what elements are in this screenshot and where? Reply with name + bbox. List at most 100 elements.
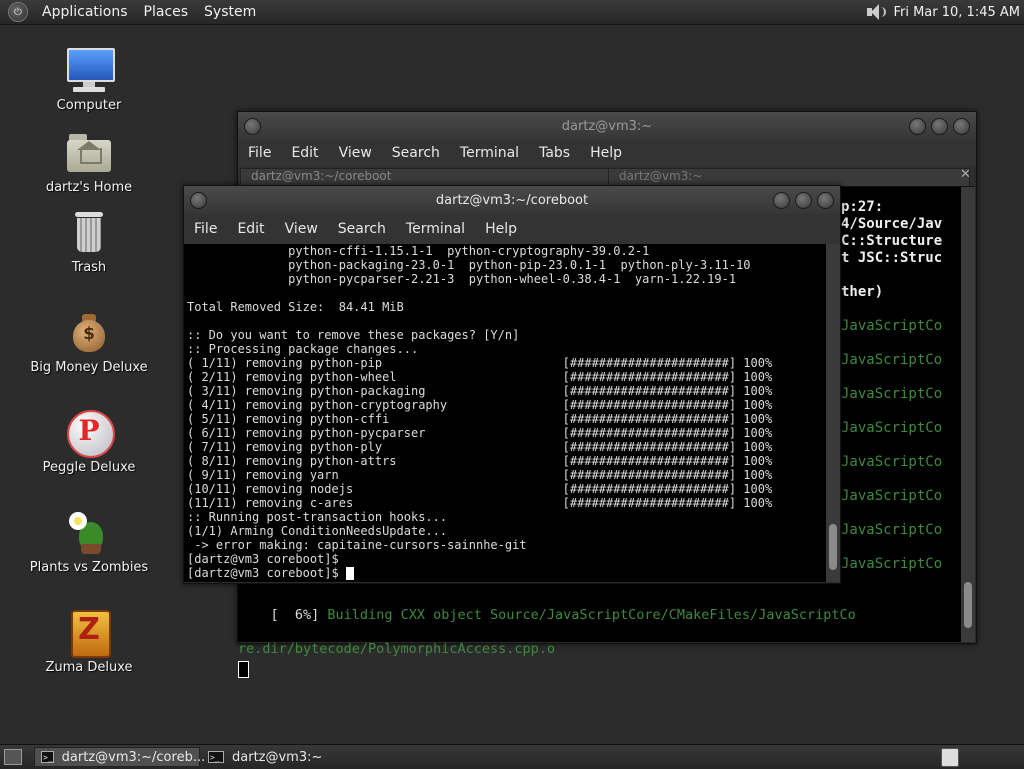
terminal-line: ( 5/11) removing python-cffi [##########… [187, 412, 773, 426]
taskbar-item-home[interactable]: >_ dartz@vm3:~ [202, 747, 368, 767]
terminal-line: python-cffi-1.15.1-1 python-cryptography… [187, 244, 650, 258]
tab-close-icon[interactable]: ✕ [960, 167, 971, 182]
build-object-line: re.dir/bytecode/PolymorphicAccess.cpp.o [238, 641, 555, 657]
back-window-menubar: File Edit View Search Terminal Tabs Help [238, 140, 976, 166]
taskbar-item-coreboot[interactable]: >_ dartz@vm3:~/coreb... [34, 747, 205, 767]
terminal-line: JavaScriptCo [841, 556, 943, 572]
terminal-line: ( 9/11) removing yarn [#################… [187, 468, 773, 482]
desktop-icon-peggle[interactable]: P Peggle Deluxe [19, 408, 159, 475]
terminal-line: t JSC::Struc [841, 250, 943, 266]
tab-strip: dartz@vm3:~/coreboot dartz@vm3:~ ✕ [238, 166, 974, 187]
terminal-line: ( 7/11) removing python-ply [###########… [187, 440, 773, 454]
desktop-icon-label: Plants vs Zombies [29, 560, 149, 575]
front-terminal-window[interactable]: dartz@vm3:~/coreboot File Edit View Sear… [183, 185, 841, 584]
desktop-icon-zuma[interactable]: Z Zuma Deluxe [19, 608, 159, 675]
menu-view[interactable]: View [275, 221, 328, 237]
build-progress-line: [ 6%] Building CXX object Source/JavaScr… [270, 607, 856, 623]
menu-help[interactable]: Help [475, 221, 527, 237]
maximize-button[interactable] [931, 118, 948, 135]
desktop-icon-home[interactable]: dartz's Home [19, 128, 159, 195]
minimize-button[interactable] [773, 192, 790, 209]
terminal-line: ther) [841, 284, 884, 300]
money-bag-icon: $ [65, 308, 113, 356]
bottom-panel: >_ dartz@vm3:~/coreb... >_ dartz@vm3:~ [0, 744, 1024, 769]
minimize-button[interactable] [909, 118, 926, 135]
desktop-icon-label: Peggle Deluxe [42, 460, 136, 475]
trash-applet-icon[interactable] [941, 748, 959, 767]
desktop-icon-plants-vs-zombies[interactable]: Plants vs Zombies [19, 508, 159, 575]
terminal-line: JavaScriptCo [841, 488, 943, 504]
terminal-icon: >_ [41, 751, 54, 763]
close-button[interactable] [953, 118, 970, 135]
menu-search[interactable]: Search [382, 145, 450, 161]
menu-terminal[interactable]: Terminal [450, 145, 529, 161]
home-folder-icon [65, 128, 113, 176]
menu-help[interactable]: Help [580, 145, 632, 161]
terminal-line: :: Running post-transaction hooks... [187, 510, 448, 524]
close-button[interactable] [817, 192, 834, 209]
desktop-icon-label: Trash [71, 260, 107, 275]
terminal-line: (10/11) removing nodejs [###############… [187, 482, 773, 496]
back-terminal-bottom-lines: [ 6%] Building CXX object Source/JavaScr… [238, 590, 958, 678]
tab-coreboot[interactable]: dartz@vm3:~/coreboot [240, 168, 610, 186]
zuma-icon: Z [65, 608, 113, 658]
front-window-menubar: File Edit View Search Terminal Help [184, 214, 840, 244]
desktop-icon-big-money[interactable]: $ Big Money Deluxe [19, 308, 159, 375]
menu-terminal[interactable]: Terminal [396, 221, 475, 237]
window-menu-button[interactable] [190, 192, 207, 209]
terminal-line: C::Structure [841, 233, 943, 249]
menu-view[interactable]: View [329, 145, 382, 161]
distro-logo-icon[interactable]: ⏻ [8, 2, 28, 22]
terminal-line: p:27: [841, 199, 884, 215]
back-window-titlebar[interactable]: dartz@vm3:~ [238, 112, 976, 140]
terminal-line: ( 6/11) removing python-pycparser [#####… [187, 426, 773, 440]
front-terminal-output[interactable]: python-cffi-1.15.1-1 python-cryptography… [184, 244, 826, 582]
terminal-line: ( 8/11) removing python-attrs [#########… [187, 454, 773, 468]
back-terminal-right-fragment: p:27: 4/Source/Jav C::Structure t JSC::Stru… [841, 199, 961, 573]
terminal-line: -> error making: capitaine-cursors-sainn… [187, 538, 527, 552]
applications-menu[interactable]: Applications [34, 4, 136, 20]
menu-edit[interactable]: Edit [227, 221, 274, 237]
front-window-title: dartz@vm3:~/coreboot [435, 192, 589, 208]
tab-home[interactable]: dartz@vm3:~ [608, 168, 970, 186]
menu-tabs[interactable]: Tabs [529, 145, 580, 161]
tab-label: dartz@vm3:~ [619, 169, 703, 183]
menu-file[interactable]: File [238, 145, 281, 161]
volume-icon[interactable] [865, 3, 887, 21]
menu-edit[interactable]: Edit [281, 145, 328, 161]
places-menu[interactable]: Places [136, 4, 197, 20]
terminal-line: 4/Source/Jav [841, 216, 943, 232]
terminal-line: ( 4/11) removing python-cryptography [##… [187, 398, 773, 412]
desktop-icon-computer[interactable]: Computer [19, 46, 159, 113]
back-cursor [238, 661, 249, 678]
back-scrollbar[interactable] [961, 187, 975, 642]
top-panel: ⏻ Applications Places System Fri Mar 10,… [0, 0, 1024, 25]
front-scrollbar[interactable] [826, 244, 840, 582]
window-menu-button[interactable] [244, 118, 261, 135]
desktop-icon-label: Zuma Deluxe [45, 660, 133, 675]
desktop-icon-label: dartz's Home [45, 180, 133, 195]
terminal-line: JavaScriptCo [841, 386, 943, 402]
maximize-button[interactable] [795, 192, 812, 209]
show-desktop-icon[interactable] [4, 749, 22, 765]
menu-search[interactable]: Search [328, 221, 396, 237]
tab-label: dartz@vm3:~/coreboot [251, 169, 392, 183]
terminal-line: python-pycparser-2.21-3 python-wheel-0.3… [187, 272, 737, 286]
menu-file[interactable]: File [184, 221, 227, 237]
trash-icon [65, 208, 113, 256]
clock[interactable]: Fri Mar 10, 1:45 AM [893, 5, 1020, 20]
desktop-icon-trash[interactable]: Trash [19, 208, 159, 275]
terminal-line: JavaScriptCo [841, 522, 943, 538]
front-window-titlebar[interactable]: dartz@vm3:~/coreboot [184, 186, 840, 214]
terminal-line: (1/1) Arming ConditionNeedsUpdate... [187, 524, 448, 538]
system-menu[interactable]: System [196, 4, 264, 20]
peggle-icon: P [65, 408, 115, 458]
